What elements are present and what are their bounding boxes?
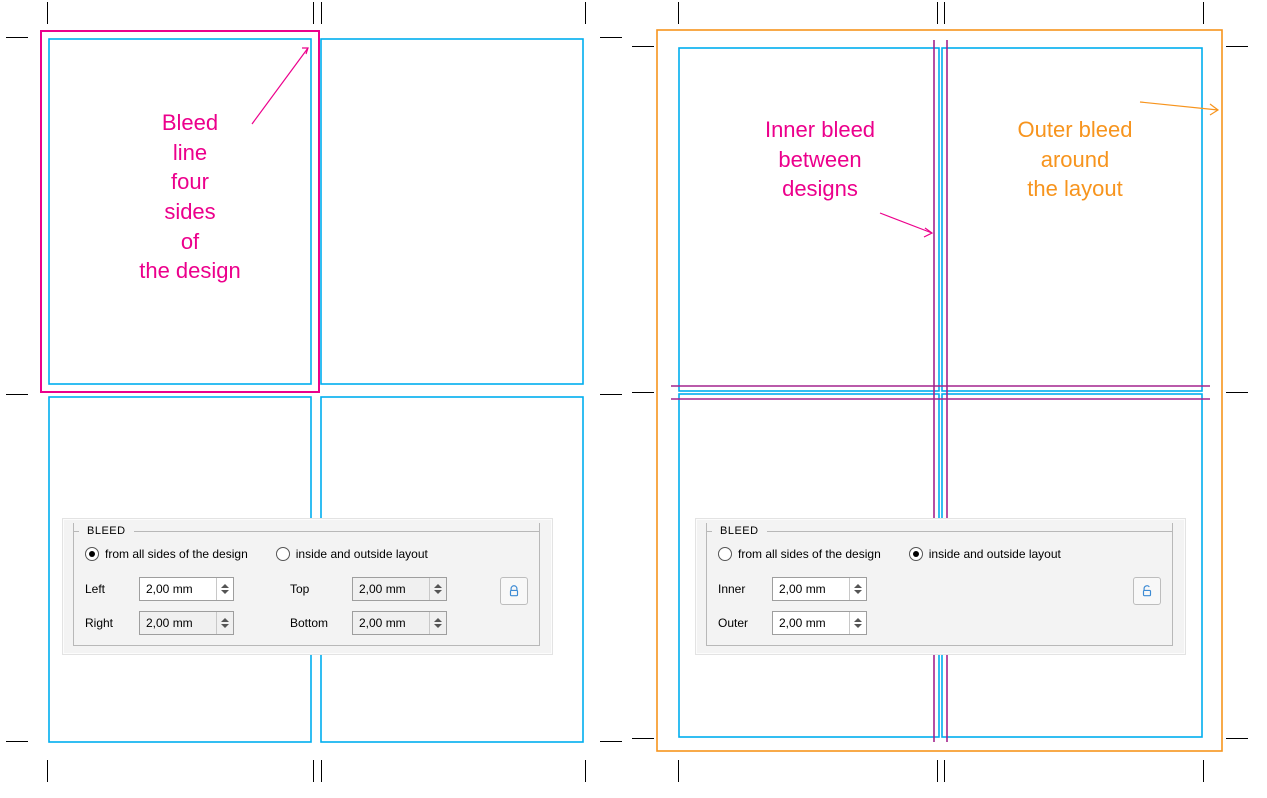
radio-label: from all sides of the design <box>738 547 881 561</box>
radio-label: from all sides of the design <box>105 547 248 561</box>
bottom-spinner[interactable]: 2,00 mm <box>352 611 447 635</box>
field-label: Inner <box>718 582 762 596</box>
radio-inside-outside[interactable]: inside and outside layout <box>276 547 428 561</box>
spin-value: 2,00 mm <box>773 582 849 596</box>
left-spinner[interactable]: 2,00 mm <box>139 577 234 601</box>
radio-all-sides[interactable]: from all sides of the design <box>718 547 881 561</box>
outer-spinner[interactable]: 2,00 mm <box>772 611 867 635</box>
field-label: Left <box>85 582 129 596</box>
spin-value: 2,00 mm <box>353 616 429 630</box>
spin-value: 2,00 mm <box>140 582 216 596</box>
spin-value: 2,00 mm <box>773 616 849 630</box>
right-spinner[interactable]: 2,00 mm <box>139 611 234 635</box>
spin-value: 2,00 mm <box>353 582 429 596</box>
radio-label: inside and outside layout <box>929 547 1061 561</box>
field-label: Outer <box>718 616 762 630</box>
field-label: Right <box>85 616 129 630</box>
diagram-canvas <box>0 0 1267 798</box>
radio-inside-outside[interactable]: inside and outside layout <box>909 547 1061 561</box>
radio-label: inside and outside layout <box>296 547 428 561</box>
unlock-icon <box>1140 584 1154 598</box>
stepper-icon[interactable] <box>429 612 446 634</box>
field-label: Top <box>290 582 342 596</box>
stepper-icon[interactable] <box>216 578 233 600</box>
inner-spinner[interactable]: 2,00 mm <box>772 577 867 601</box>
link-values-button[interactable] <box>1133 577 1161 605</box>
radio-all-sides[interactable]: from all sides of the design <box>85 547 248 561</box>
stepper-icon[interactable] <box>849 612 866 634</box>
stepper-icon[interactable] <box>849 578 866 600</box>
field-label: Bottom <box>290 616 342 630</box>
link-values-button[interactable] <box>500 577 528 605</box>
bleed-panel-left: BLEED from all sides of the design insid… <box>62 518 553 655</box>
stepper-icon[interactable] <box>429 578 446 600</box>
spin-value: 2,00 mm <box>140 616 216 630</box>
top-spinner[interactable]: 2,00 mm <box>352 577 447 601</box>
bleed-panel-right: BLEED from all sides of the design insid… <box>695 518 1186 655</box>
lock-icon <box>507 584 521 598</box>
stepper-icon[interactable] <box>216 612 233 634</box>
